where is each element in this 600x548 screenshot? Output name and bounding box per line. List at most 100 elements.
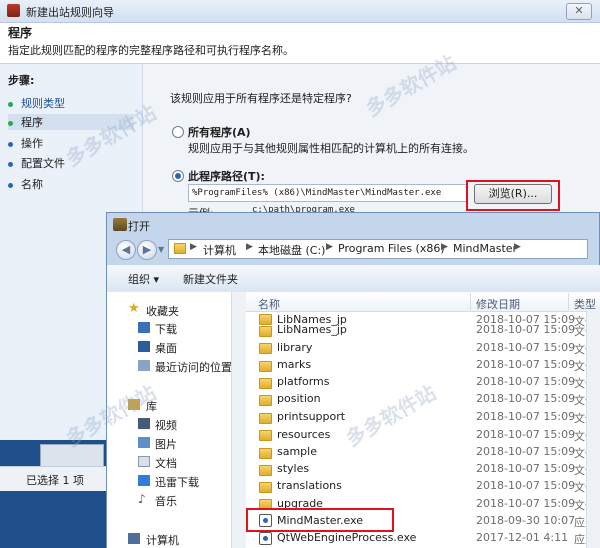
folder-icon <box>259 482 272 493</box>
chevron-right-icon[interactable]: ▶ <box>326 242 333 252</box>
column-divider[interactable] <box>470 293 471 310</box>
file-date: 2018-10-07 15:09 <box>476 375 576 388</box>
file-name: position <box>277 392 321 405</box>
chevron-right-icon[interactable]: ▶ <box>514 242 521 252</box>
file-date: 2018-09-30 10:07 <box>476 514 576 527</box>
file-name: LibNames_jp <box>277 323 347 336</box>
column-date[interactable]: 修改日期 <box>476 296 520 312</box>
file-date: 2018-10-07 15:09 <box>476 358 576 371</box>
desktop-icon <box>138 341 150 352</box>
documents-icon <box>138 456 150 467</box>
file-date: 2018-10-07 15:09 <box>476 323 576 336</box>
file-date: 2018-10-07 15:09 <box>476 428 576 441</box>
back-arrow-icon[interactable]: ◀ <box>116 240 136 260</box>
dialog-titlebar <box>107 213 600 237</box>
column-header <box>246 292 600 312</box>
music-icon: ♪ <box>138 492 146 506</box>
pictures-icon <box>138 437 150 448</box>
file-date: 2018-10-07 15:09 <box>476 445 576 458</box>
step-dot-icon <box>8 182 13 188</box>
option-all-programs-label[interactable]: 所有程序(A) <box>188 124 251 140</box>
chevron-right-icon[interactable]: ▶ <box>246 242 253 252</box>
chevron-right-icon[interactable]: ▶ <box>441 242 448 252</box>
step-dot-icon <box>8 101 13 107</box>
close-button[interactable]: ✕ <box>566 3 592 20</box>
organize-menu[interactable]: 组织 ▾ <box>128 271 159 287</box>
page-description: 指定此规则匹配的程序的完整程序路径和可执行程序名称。 <box>8 44 294 57</box>
forward-arrow-icon[interactable]: ▶ <box>137 240 157 260</box>
question-text: 该规则应用于所有程序还是特定程序? <box>170 92 352 105</box>
breadcrumb-computer[interactable]: 计算机 <box>203 242 236 258</box>
selection-status: 已选择 1 项 <box>26 474 84 487</box>
browse-highlight-box <box>466 180 560 211</box>
step-name[interactable]: 名称 <box>8 176 43 192</box>
folder-icon <box>259 465 272 476</box>
nav-downloads[interactable]: 下载 <box>155 321 177 337</box>
nav-recent-places[interactable]: 最近访问的位置 <box>155 359 232 375</box>
column-name[interactable]: 名称 <box>258 296 280 312</box>
file-name: sample <box>277 445 317 458</box>
breadcrumb-local-disk[interactable]: 本地磁盘 (C:) <box>258 242 325 258</box>
nav-computer[interactable]: 计算机 <box>146 532 179 548</box>
computer-icon <box>128 533 140 544</box>
radio-all-programs[interactable] <box>172 126 184 138</box>
folder-icon <box>259 430 272 441</box>
nav-thunder-downloads[interactable]: 迅雷下载 <box>155 474 199 490</box>
nav-favorites[interactable]: 收藏夹 <box>146 303 179 319</box>
nav-videos[interactable]: 视频 <box>155 417 177 433</box>
folder-icon <box>174 243 186 254</box>
file-date: 2018-10-07 15:09 <box>476 479 576 492</box>
folder-icon <box>259 326 272 337</box>
file-name: platforms <box>277 375 330 388</box>
downloads-icon <box>138 322 150 333</box>
file-date: 2018-10-07 15:09 <box>476 462 576 475</box>
nav-documents[interactable]: 文档 <box>155 455 177 471</box>
file-name: resources <box>277 428 331 441</box>
folder-icon <box>259 343 272 354</box>
step-dot-icon <box>8 141 13 147</box>
history-dropdown-icon[interactable]: ▼ <box>158 245 164 254</box>
folder-icon <box>259 413 272 424</box>
step-rule-type[interactable]: 规则类型 <box>8 95 65 111</box>
file-name: styles <box>277 462 310 475</box>
file-name: marks <box>277 358 312 371</box>
radio-program-path[interactable] <box>172 170 184 182</box>
thunder-download-icon <box>138 475 150 486</box>
column-type[interactable]: 类型 <box>574 296 596 312</box>
folder-icon <box>259 395 272 406</box>
file-date: 2018-10-07 15:09 <box>476 497 576 510</box>
exe-highlight-box <box>246 508 394 532</box>
nav-desktop[interactable]: 桌面 <box>155 340 177 356</box>
open-folder-icon <box>113 218 127 231</box>
breadcrumb-program-files[interactable]: Program Files (x86) <box>338 242 445 255</box>
step-action[interactable]: 操作 <box>8 135 43 151</box>
step-dot-icon <box>8 161 13 167</box>
video-icon <box>138 418 150 429</box>
page-title: 程序 <box>8 26 33 40</box>
folder-icon <box>259 448 272 459</box>
file-date: 2018-10-07 15:09 <box>476 392 576 405</box>
dialog-title: 打开 <box>128 220 150 233</box>
nav-music[interactable]: 音乐 <box>155 493 177 509</box>
file-name: QtWebEngineProcess.exe <box>277 531 417 544</box>
option-program-path-label[interactable]: 此程序路径(T): <box>188 168 265 184</box>
program-path-input[interactable]: %ProgramFiles% (x86)\MindMaster\MindMast… <box>188 184 467 202</box>
star-icon: ★ <box>128 301 140 316</box>
steps-title: 步骤: <box>8 74 35 87</box>
chevron-right-icon[interactable]: ▶ <box>190 242 197 252</box>
dialog-toolbar <box>107 265 600 293</box>
folder-icon <box>259 361 272 372</box>
option-all-programs-desc: 规则应用于与其他规则属性相匹配的计算机上的所有连接。 <box>188 142 474 155</box>
firewall-icon <box>7 4 20 17</box>
breadcrumb-mindmaster[interactable]: MindMaster <box>453 242 517 255</box>
new-folder-button[interactable]: 新建文件夹 <box>183 271 238 287</box>
file-date: 2017-12-01 4:11 <box>476 531 569 544</box>
nav-pictures[interactable]: 图片 <box>155 436 177 452</box>
app-icon <box>259 532 272 545</box>
file-name: library <box>277 341 313 354</box>
file-list-scrollbar[interactable] <box>586 311 600 548</box>
column-divider[interactable] <box>568 293 569 310</box>
file-name: translations <box>277 479 342 492</box>
nav-scrollbar[interactable] <box>231 292 246 548</box>
step-profile[interactable]: 配置文件 <box>8 155 65 171</box>
